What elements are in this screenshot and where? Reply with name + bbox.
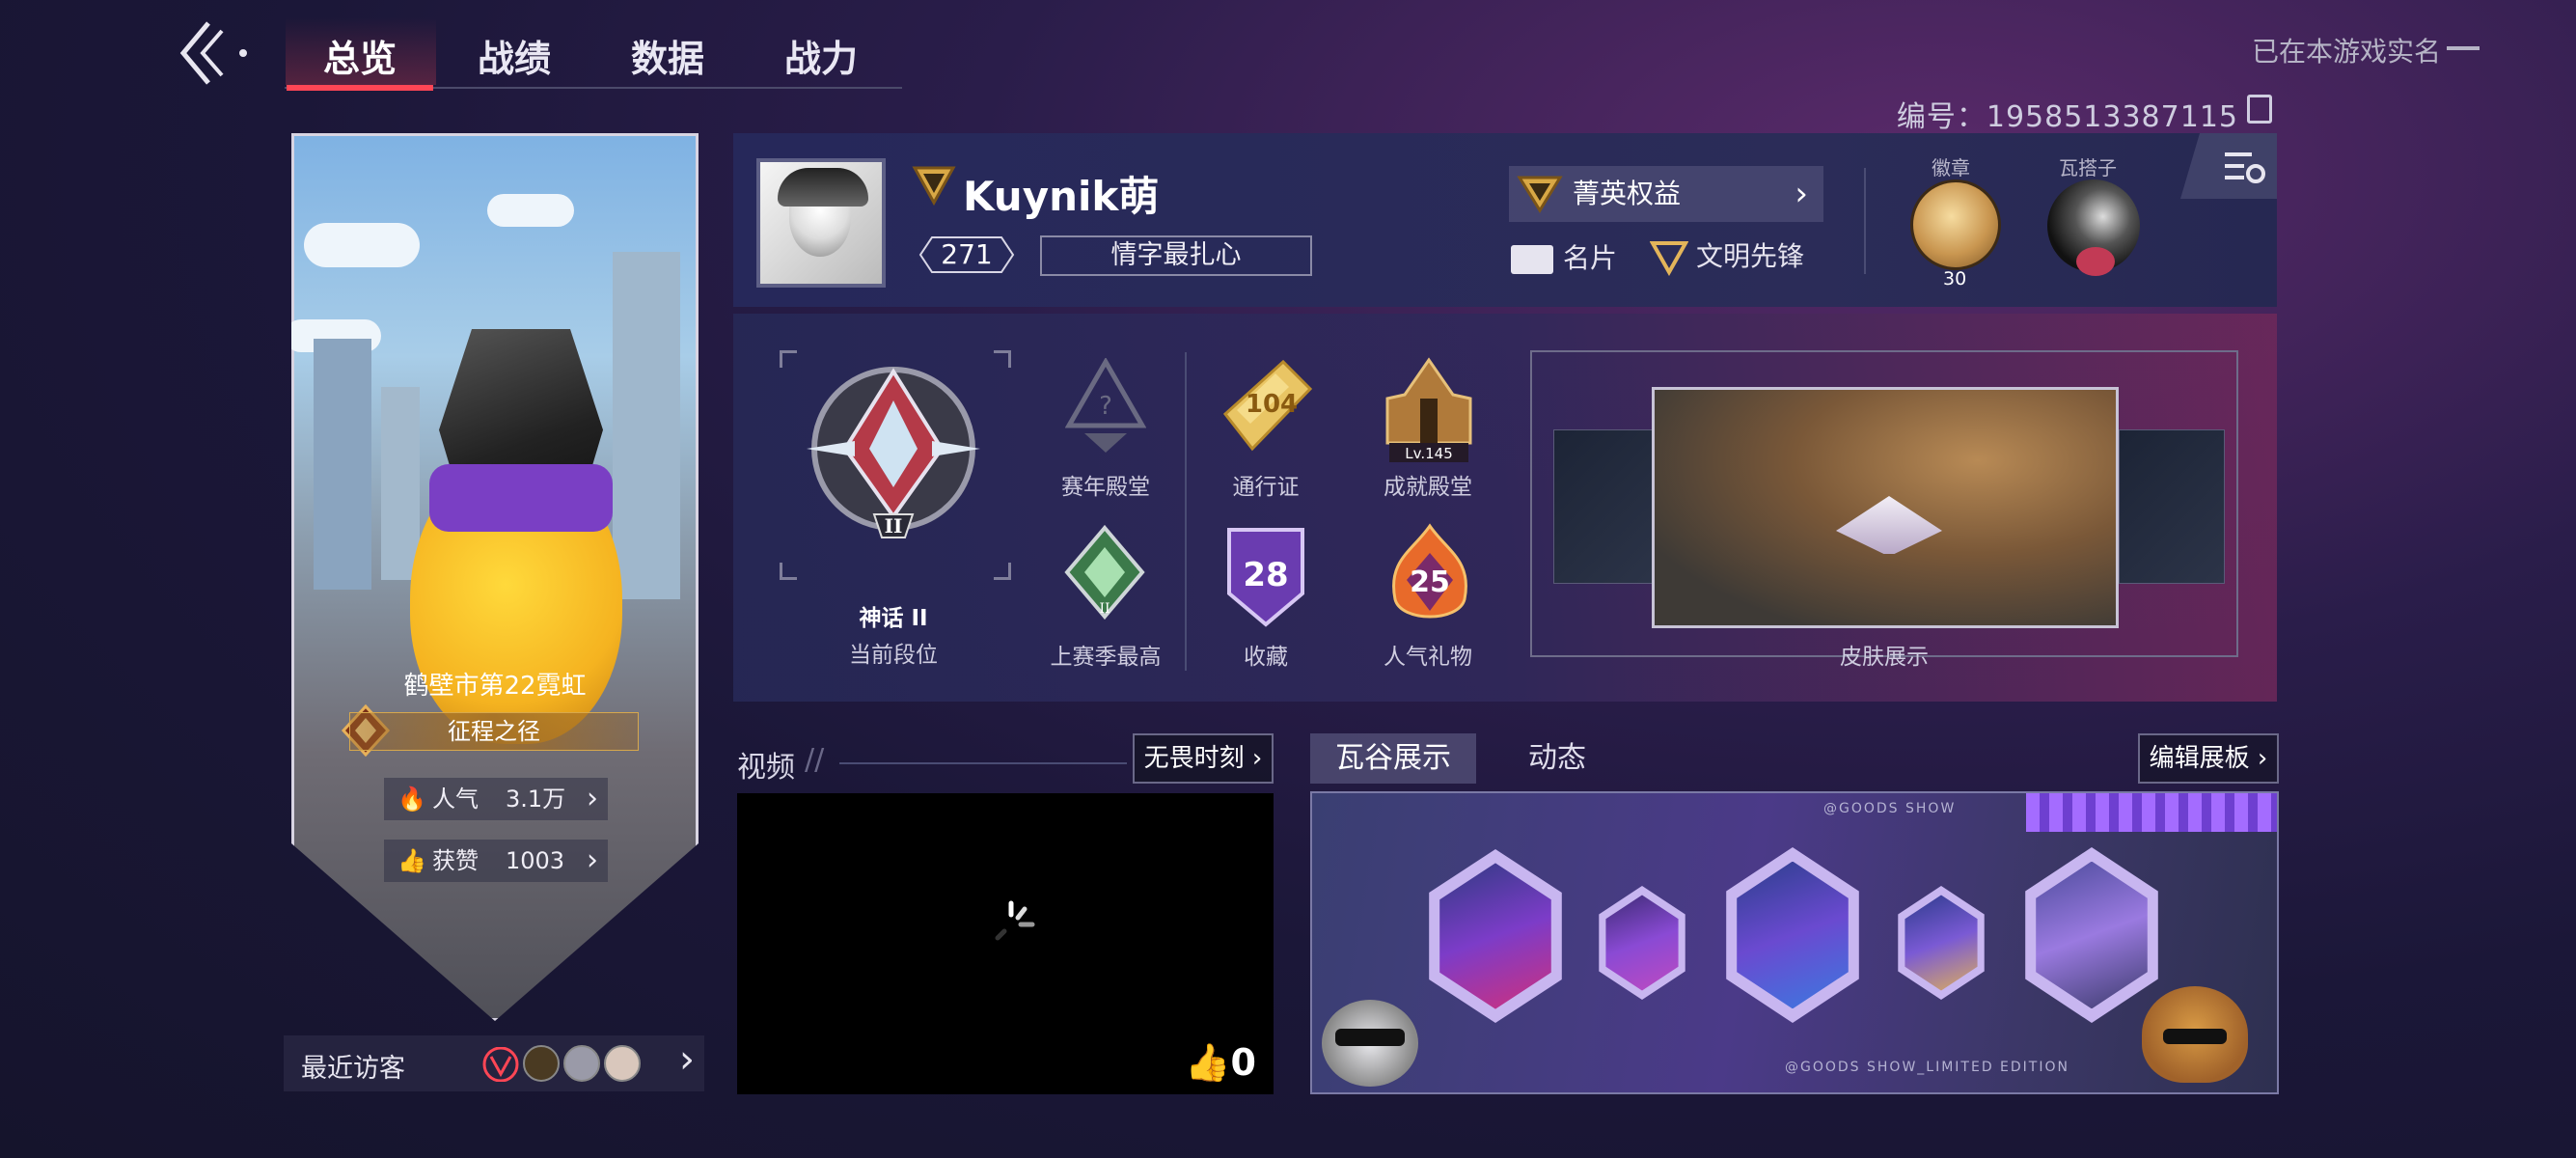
achievements-panel: II 神话 II 当前段位 ? 赛年殿堂 II 上赛季最高 104 通行证 Lv… [733, 314, 2277, 702]
agent-card[interactable] [1599, 886, 1685, 1000]
tab-stats[interactable]: 数据 [631, 29, 704, 80]
rank-banner[interactable]: 征程之径 [349, 712, 639, 751]
svg-text:II: II [885, 514, 903, 538]
tab-valley-showcase[interactable]: 瓦谷展示 [1310, 733, 1476, 784]
chevron-right-icon: › [2249, 744, 2268, 773]
battle-pass-icon[interactable]: 104 [1216, 356, 1318, 456]
fan-weapon-skin [1836, 496, 1942, 554]
video-player[interactable]: 👍0 [737, 793, 1274, 1094]
tab-feed[interactable]: 动态 [1480, 733, 1634, 784]
medal-count: 30 [1943, 268, 1967, 290]
likes-value: 1003 [506, 847, 565, 874]
chevron-right-icon: › [587, 843, 598, 877]
chevron-right-icon: › [1244, 744, 1263, 773]
valorant-logo-icon [482, 1047, 519, 1082]
likes-button[interactable]: 👍 获赞 1003 › [384, 840, 608, 882]
player-id: 编号：1958513387115 [1896, 100, 2238, 134]
customize-icon [2225, 152, 2265, 183]
fearless-moments-button[interactable]: 无畏时刻 › [1133, 733, 1274, 784]
main-tabs: 总览 战绩 数据 战力 [285, 19, 902, 91]
svg-text:104: 104 [1246, 390, 1298, 419]
collapse-icon[interactable] [2447, 46, 2480, 50]
player-card-art [291, 133, 699, 1021]
elite-benefits-button[interactable]: 菁英权益 › [1509, 166, 1823, 222]
chevron-right-icon: › [679, 1037, 695, 1082]
mythic-rank-icon[interactable]: II [797, 352, 990, 545]
video-section-header: 视频 // 无畏时刻 › [735, 733, 1275, 791]
collection-icon[interactable]: 28 [1219, 524, 1312, 630]
visitor-avatar[interactable] [563, 1045, 600, 1082]
loading-spinner-icon [995, 900, 1035, 941]
svg-text:28: 28 [1243, 556, 1288, 594]
svg-text:25: 25 [1410, 565, 1450, 599]
chevron-right-icon: › [587, 782, 598, 815]
elite-badge-icon [1517, 176, 1563, 213]
achievement-hall-icon[interactable]: Lv.145 [1376, 356, 1482, 466]
svg-text:Lv.145: Lv.145 [1405, 445, 1452, 462]
tab-power[interactable]: 战力 [784, 29, 858, 80]
agent-card[interactable] [1429, 849, 1562, 1023]
thumbs-up-icon: 👍 [397, 847, 426, 874]
player-card[interactable]: 鹤壁市第22霓虹 征程之径 🔥 人气 3.1万 › 👍 获赞 1003 › 最近… [284, 133, 704, 1091]
svg-text:II: II [1099, 601, 1110, 617]
elite-badge-icon [912, 166, 956, 207]
season-hall-icon[interactable]: ? [1065, 358, 1146, 455]
profile-panel: Kuynik萌 271 情字最扎心 菁英权益 › 名片 文明先锋 徽章 30 瓦… [733, 133, 2277, 307]
showcase-board[interactable]: @GOODS SHOW @GOODS SHOW_LIMITED EDITION [1310, 791, 2279, 1094]
level-badge: 271 [918, 235, 1015, 274]
player-title[interactable]: 情字最扎心 [1040, 235, 1312, 276]
skin-thumbnail-next[interactable] [2119, 429, 2225, 584]
video-like-count: 0 [1230, 1041, 1256, 1084]
current-rank-name: 神话 II [859, 606, 928, 631]
visitor-avatar[interactable] [604, 1045, 641, 1082]
medal-badge[interactable] [1910, 179, 2001, 270]
last-season-rank-icon[interactable]: II [1061, 524, 1148, 620]
popularity-button[interactable]: 🔥 人气 3.1万 › [384, 778, 608, 820]
recent-visitors[interactable]: 最近访客 › [284, 1035, 704, 1091]
settings-button[interactable] [2180, 133, 2277, 199]
skin-preview-image[interactable] [1652, 387, 2119, 628]
popularity-value: 3.1万 [506, 786, 566, 813]
copy-icon[interactable] [2247, 95, 2272, 124]
back-button[interactable] [174, 17, 260, 89]
edit-board-button[interactable]: 编辑展板 › [2138, 733, 2279, 784]
player-name: Kuynik萌 [963, 173, 1160, 220]
flame-icon: 🔥 [397, 786, 426, 813]
avatar[interactable] [756, 158, 886, 288]
tab-match-history[interactable]: 战绩 [478, 29, 551, 80]
thumbs-up-icon: 👍 [1185, 1041, 1231, 1084]
back-arrow-icon [179, 21, 247, 85]
player-region: 鹤壁市第22霓虹 [403, 672, 587, 701]
visitor-avatar[interactable] [523, 1045, 560, 1082]
skin-thumbnail-prev[interactable] [1553, 429, 1659, 584]
pioneer-badge-icon [1649, 241, 1689, 277]
showcase-tabs: 瓦谷展示 动态 编辑展板 › [1310, 733, 2279, 784]
id-card-icon [1511, 245, 1553, 274]
namecard-button[interactable]: 名片 [1511, 237, 1617, 276]
agent-card[interactable] [2025, 847, 2158, 1023]
realname-status: 已在本游戏实名 [2251, 36, 2441, 68]
svg-text:?: ? [1099, 392, 1112, 421]
agent-card[interactable] [1726, 847, 1859, 1023]
popularity-gift-icon[interactable]: 25 [1380, 522, 1480, 630]
civilization-pioneer-badge[interactable]: 文明先锋 [1649, 235, 1804, 277]
tab-overview[interactable]: 总览 [286, 29, 434, 91]
agent-card[interactable] [1898, 886, 1985, 1000]
chevron-right-icon: › [1795, 175, 1808, 213]
video-like-button[interactable]: 👍0 [1185, 1041, 1256, 1085]
